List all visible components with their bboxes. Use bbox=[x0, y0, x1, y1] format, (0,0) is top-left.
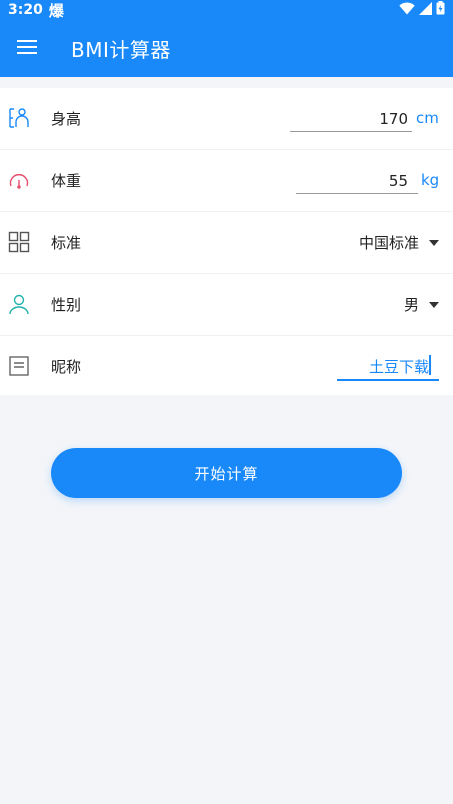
chevron-down-icon bbox=[429, 301, 439, 308]
height-row: 身高 170 cm bbox=[0, 88, 453, 150]
bmi-form: 身高 170 cm 体重 55 kg 标准 中国标准 性别 男 昵称 土豆下载 bbox=[0, 88, 453, 395]
nickname-label: 昵称 bbox=[51, 358, 82, 376]
list-icon bbox=[8, 355, 30, 377]
gender-row: 性别 男 bbox=[0, 274, 453, 336]
signal-icon bbox=[419, 1, 432, 19]
status-bar: 3:20 爆 bbox=[0, 0, 453, 20]
gender-value: 男 bbox=[403, 296, 419, 314]
person-height-icon bbox=[8, 107, 30, 129]
weight-unit: kg bbox=[421, 171, 440, 189]
user-icon bbox=[8, 293, 30, 315]
weight-label: 体重 bbox=[51, 172, 82, 190]
grid-icon bbox=[8, 231, 30, 253]
nickname-row: 昵称 土豆下载 bbox=[0, 336, 453, 398]
weight-row: 体重 55 kg bbox=[0, 150, 453, 212]
text-cursor bbox=[429, 355, 431, 375]
nickname-value: 土豆下载 bbox=[368, 358, 429, 376]
gender-select[interactable]: 男 bbox=[404, 294, 439, 315]
chevron-down-icon bbox=[429, 239, 439, 246]
weight-input[interactable]: 55 bbox=[296, 170, 418, 194]
start-calculation-button[interactable]: 开始计算 bbox=[51, 448, 402, 498]
menu-button[interactable] bbox=[0, 20, 54, 77]
battery-icon bbox=[436, 1, 445, 19]
height-label: 身高 bbox=[51, 110, 82, 128]
status-time: 3:20 bbox=[8, 2, 43, 18]
menu-icon bbox=[17, 39, 37, 59]
wifi-icon bbox=[399, 1, 415, 19]
standard-value: 中国标准 bbox=[358, 234, 419, 252]
height-value: 170 bbox=[379, 110, 408, 128]
nickname-input[interactable]: 土豆下载 bbox=[337, 353, 439, 381]
weight-value: 55 bbox=[388, 172, 408, 190]
notification-glyph: 爆 bbox=[48, 1, 64, 20]
height-unit: cm bbox=[416, 109, 439, 127]
gender-label: 性别 bbox=[51, 296, 82, 314]
standard-label: 标准 bbox=[51, 234, 82, 252]
standard-select[interactable]: 中国标准 bbox=[359, 232, 439, 253]
gauge-icon bbox=[8, 169, 30, 191]
standard-row: 标准 中国标准 bbox=[0, 212, 453, 274]
page-title: BMI计算器 bbox=[71, 38, 171, 62]
height-input[interactable]: 170 bbox=[290, 108, 412, 132]
app-bar: BMI计算器 bbox=[0, 20, 453, 77]
